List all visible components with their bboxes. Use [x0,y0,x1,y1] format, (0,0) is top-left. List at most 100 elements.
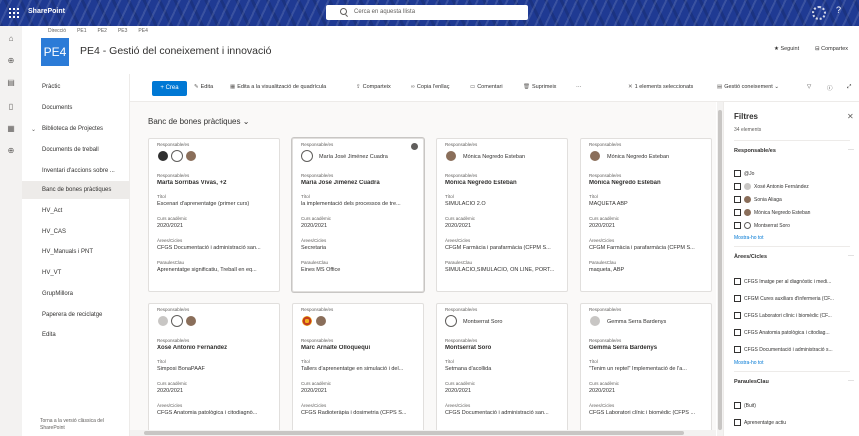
hub-link[interactable]: Direcció [48,28,66,34]
copy-link-command[interactable]: ∞ Copia l'enllaç [411,84,449,90]
checkbox[interactable] [734,346,741,353]
chevron-down-icon[interactable]: ⌄ [243,117,250,126]
help-icon[interactable]: ? [836,5,841,15]
share-site-button[interactable]: ⊟ Compartex [815,46,848,52]
avatar[interactable] [157,315,169,327]
share-command[interactable]: ⇪ Comparteix [356,84,391,90]
nav-item-biblioteca[interactable]: ⌄ Biblioteca de Projectes [31,126,103,133]
checkbox[interactable] [734,183,741,190]
filter-option[interactable]: @Jo [734,170,754,177]
scrollbar-thumb[interactable] [718,110,722,430]
nav-item-hv-vt[interactable]: HV_VT [42,270,61,276]
grid-edit-command[interactable]: ▦ Edita a la visualització de quadrícula [230,84,326,90]
filter-option[interactable]: Sonia Aliaga [734,196,782,203]
filter-option[interactable]: Aprenentatge actiu [734,419,786,426]
globe-icon[interactable]: ⊕ [6,56,16,66]
news-icon[interactable]: ▤ [6,78,16,88]
close-icon[interactable]: ✕ [847,112,854,121]
list-card[interactable]: Responsable/es Responsable/es Xosé Anton… [148,303,280,436]
avatar[interactable] [445,315,457,327]
close-icon[interactable]: ✕ [628,84,633,90]
avatar[interactable] [185,150,197,162]
nav-item-documents-treball[interactable]: Documents de treball [42,147,99,153]
more-options-icon[interactable]: ··· [848,253,854,259]
selected-check-icon[interactable] [411,143,418,150]
hub-link[interactable]: PE2 [98,28,107,34]
nav-item-paperera[interactable]: Paperera de reciclatge [42,312,102,318]
scrollbar-thumb[interactable] [144,431,684,435]
checkbox[interactable] [734,419,741,426]
hub-link[interactable]: PE4 [138,28,147,34]
nav-item-grupmillora[interactable]: GrupMillora [42,291,73,297]
checkbox[interactable] [734,295,741,302]
more-options-icon[interactable]: ··· [848,378,854,384]
view-switcher[interactable]: ▤ Gestió coneixement ⌄ [717,84,779,90]
avatar[interactable] [157,150,169,162]
checkbox[interactable] [734,329,741,336]
more-commands-button[interactable]: ··· [576,84,582,90]
chevron-down-icon[interactable]: ⌄ [31,126,36,133]
show-all-link[interactable]: Mostra-ho tot [734,360,763,366]
expand-icon[interactable]: ⤢ [847,84,851,91]
new-button[interactable]: + Crea [152,81,187,96]
lists-icon[interactable]: ▦ [6,124,16,134]
nav-item-documents[interactable]: Documents [42,105,72,111]
avatar[interactable] [589,150,601,162]
filter-option[interactable]: Mónica Negredo Esteban [734,209,810,216]
comment-command[interactable]: ▭ Comentari [470,84,503,90]
filter-option[interactable]: CFGS Anatomia patològica i citodiag... [734,329,830,336]
filter-icon[interactable]: ▽ [807,84,811,90]
filter-option[interactable]: Montserrat Soro [734,222,790,229]
avatar[interactable] [301,315,313,327]
follow-button[interactable]: ★ Seguint [774,46,799,52]
list-card[interactable]: Responsable/es Responsable/es Marc Arnal… [292,303,424,436]
list-card[interactable]: Responsable/es María José Jiménez Cuadra… [292,138,424,292]
list-card[interactable]: Responsable/es Gemma Serra Bardenys Resp… [580,303,712,436]
avatar[interactable] [171,150,183,162]
checkbox[interactable] [734,222,741,229]
app-launcher-icon[interactable] [9,8,19,18]
avatar[interactable] [185,315,197,327]
list-card[interactable]: Responsable/es Mónica Negredo Esteban Re… [436,138,568,292]
avatar[interactable] [315,315,327,327]
filter-option[interactable]: CFGS Imatge per al diagnòstic i medi... [734,278,831,285]
nav-item-practic[interactable]: Pràctic [42,84,60,90]
nav-item-hv-manuals[interactable]: HV_Manuals i PNT [42,249,93,255]
filter-option[interactable]: CFGS Laboratori clínic i biomèdic (CF... [734,312,832,319]
search-box[interactable]: Cerca en aquesta llista [326,5,528,20]
checkbox[interactable] [734,402,741,409]
nav-item-hv-cas[interactable]: HV_CAS [42,229,66,235]
list-title[interactable]: Banc de bones pràctiques ⌄ [148,117,249,126]
more-options-icon[interactable]: ··· [848,147,854,153]
selection-status[interactable]: ✕ 1 elements seleccionats [628,84,693,90]
nav-edit-link[interactable]: Edita [42,332,56,338]
hub-link[interactable]: PE1 [77,28,86,34]
delete-command[interactable]: 🗑 Suprimeix [523,84,556,90]
filter-option[interactable]: (Buit) [734,402,756,409]
filter-option[interactable]: CFGS Documentació i administració s... [734,346,833,353]
checkbox[interactable] [734,196,741,203]
show-all-link[interactable]: Mostra-ho tot [734,235,763,241]
info-icon[interactable]: ⓘ [827,84,833,92]
list-card[interactable]: Responsable/es Mónica Negredo Esteban Re… [580,138,712,292]
horizontal-scrollbar[interactable] [130,430,716,436]
nav-item-banc-bones-practiques[interactable]: Banc de bones pràctiques [22,181,129,199]
site-title[interactable]: PE4 - Gestió del coneixement i innovació [80,45,271,57]
checkbox[interactable] [734,278,741,285]
list-card[interactable]: Responsable/es Montserrat Soro Responsab… [436,303,568,436]
classic-view-link[interactable]: Torna a la versió clàssica del SharePoin… [40,418,120,432]
checkbox[interactable] [734,209,741,216]
checkbox[interactable] [734,170,741,177]
create-icon[interactable]: ⊕ [6,146,16,156]
list-card[interactable]: Responsable/es Responsable/es Marta Sorr… [148,138,280,292]
sharepoint-brand[interactable]: SharePoint [28,8,65,15]
edit-command[interactable]: ✎ Edita [194,84,213,90]
avatar[interactable] [301,150,313,162]
filter-option[interactable]: CFGM Cures auxiliars d'infermeria (CF... [734,295,834,302]
hub-link[interactable]: PE3 [118,28,127,34]
home-icon[interactable]: ⌂ [6,34,16,44]
nav-item-inventari[interactable]: Inventari d'accions sobre ... [42,168,115,174]
avatar[interactable] [589,315,601,327]
site-logo[interactable]: PE4 [41,38,69,66]
checkbox[interactable] [734,312,741,319]
